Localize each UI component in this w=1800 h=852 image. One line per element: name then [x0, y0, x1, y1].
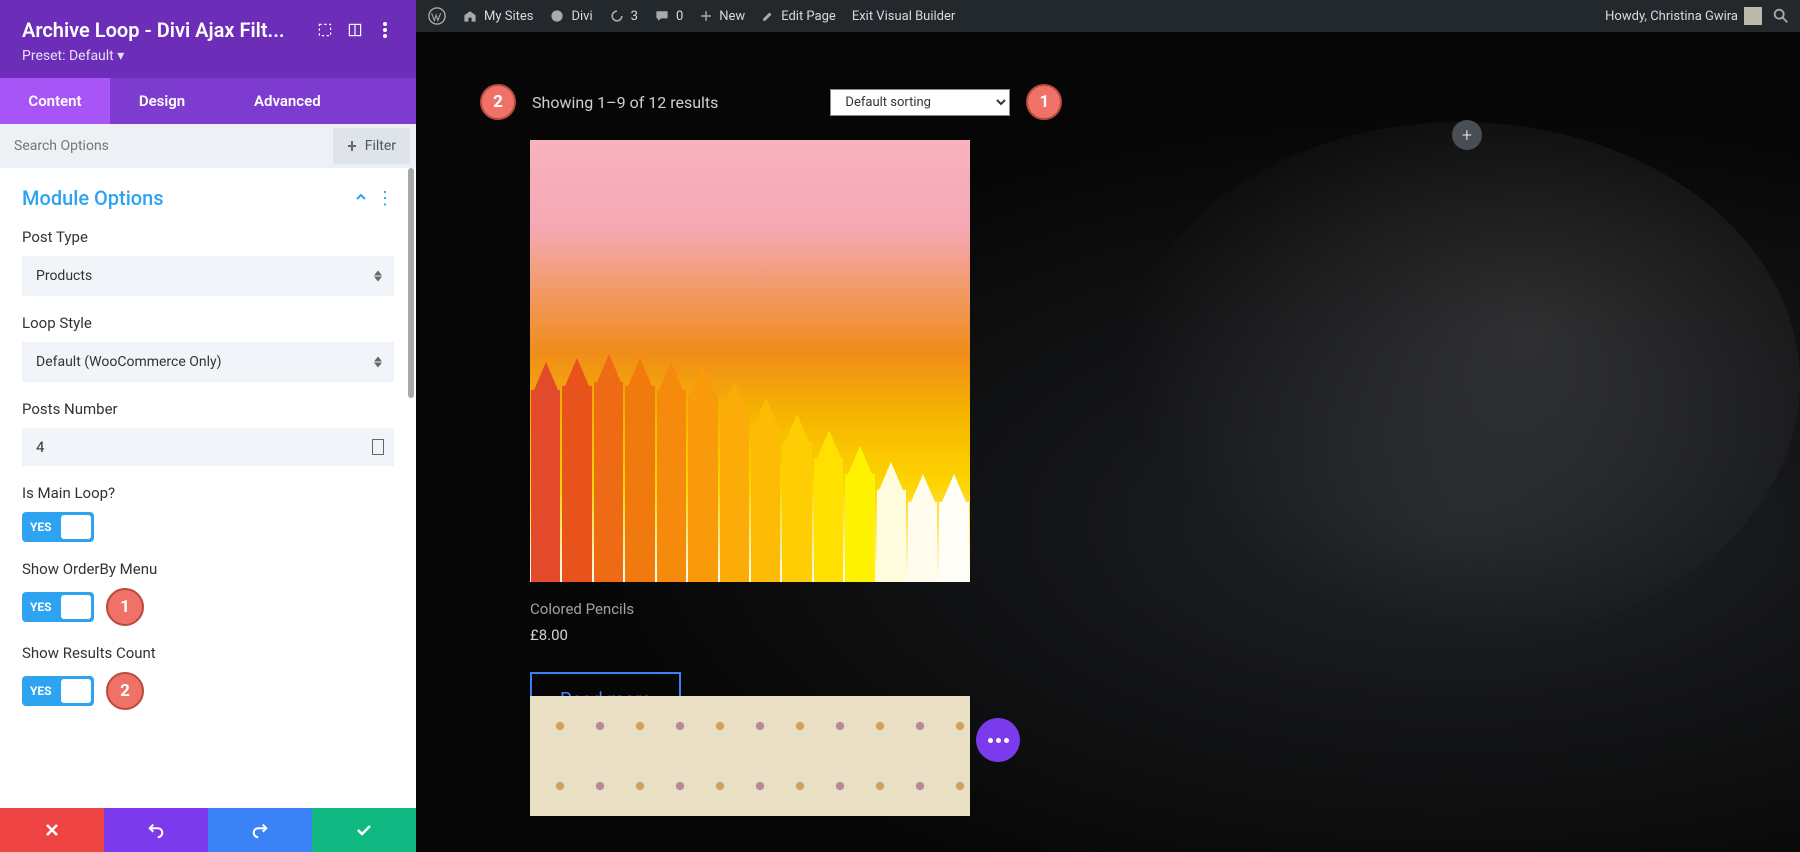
- canvas-annotation-2: 2: [480, 84, 516, 120]
- edit-page-label: Edit Page: [781, 9, 836, 24]
- my-sites-link[interactable]: My Sites: [462, 8, 533, 24]
- toggle-yes-label: YES: [30, 520, 52, 534]
- comments-count: 0: [676, 9, 683, 24]
- discard-button[interactable]: [0, 808, 104, 852]
- search-options-input[interactable]: [0, 126, 333, 166]
- new-label: New: [719, 9, 745, 24]
- loop-style-value: Default (WooCommerce Only): [36, 354, 222, 370]
- exit-visual-builder-link[interactable]: Exit Visual Builder: [852, 9, 955, 24]
- edit-page-link[interactable]: Edit Page: [761, 9, 836, 24]
- howdy-label: Howdy, Christina Gwira: [1605, 9, 1738, 24]
- action-bar: [0, 808, 416, 852]
- results-count-text: Showing 1–9 of 12 results: [532, 93, 718, 112]
- toggle-knob: [61, 515, 91, 539]
- add-module-button[interactable]: +: [1452, 120, 1482, 150]
- post-type-label: Post Type: [22, 228, 394, 246]
- tab-design[interactable]: Design: [110, 78, 214, 124]
- collapse-icon[interactable]: [354, 189, 368, 208]
- product-name: Colored Pencils: [530, 600, 970, 618]
- preset-selector[interactable]: Preset: Default ▾: [22, 48, 394, 64]
- canvas-annotation-1: 1: [1026, 84, 1062, 120]
- toggle-knob: [61, 595, 91, 619]
- kebab-icon[interactable]: [376, 21, 394, 39]
- divi-settings-sidebar: Archive Loop - Divi Ajax Filt... Preset:…: [0, 0, 416, 852]
- new-link[interactable]: New: [699, 9, 745, 24]
- search-row: Filter: [0, 124, 416, 168]
- site-link[interactable]: Divi: [549, 8, 592, 24]
- results-bar: 2 Showing 1–9 of 12 results Default sort…: [480, 84, 1062, 120]
- expand-icon[interactable]: [316, 21, 334, 39]
- module-title: Archive Loop - Divi Ajax Filt...: [22, 18, 304, 42]
- product-image-2: [530, 696, 970, 816]
- posts-number-value: 4: [36, 438, 44, 456]
- updates-count: 3: [631, 9, 638, 24]
- comments-link[interactable]: 0: [654, 8, 683, 24]
- avatar: [1744, 7, 1762, 25]
- save-button[interactable]: [312, 808, 416, 852]
- settings-tabs: Content Design Advanced: [0, 78, 416, 124]
- chevron-updown-icon: [374, 271, 382, 282]
- builder-canvas: 2 Showing 1–9 of 12 results Default sort…: [416, 32, 1800, 852]
- filter-label: Filter: [365, 138, 396, 154]
- posts-number-label: Posts Number: [22, 400, 394, 418]
- is-main-loop-label: Is Main Loop?: [22, 484, 394, 502]
- updates-link[interactable]: 3: [609, 8, 638, 24]
- wp-admin-bar[interactable]: My Sites Divi 3 0 New Edit Page Exit Vis…: [416, 0, 1800, 32]
- wp-logo-icon[interactable]: [428, 7, 446, 25]
- post-type-value: Products: [36, 268, 92, 284]
- redo-button[interactable]: [208, 808, 312, 852]
- filter-button[interactable]: Filter: [333, 128, 410, 164]
- show-results-count-label: Show Results Count: [22, 644, 394, 662]
- show-orderby-label: Show OrderBy Menu: [22, 560, 394, 578]
- loop-style-label: Loop Style: [22, 314, 394, 332]
- site-name-label: Divi: [571, 9, 592, 24]
- annotation-1: 1: [106, 588, 144, 626]
- loop-style-select[interactable]: Default (WooCommerce Only): [22, 342, 394, 382]
- is-main-loop-toggle[interactable]: YES: [22, 512, 94, 542]
- sidebar-header: Archive Loop - Divi Ajax Filt... Preset:…: [0, 0, 416, 78]
- product-price: £8.00: [530, 626, 970, 644]
- chevron-updown-icon: [374, 357, 382, 368]
- show-orderby-toggle[interactable]: YES: [22, 592, 94, 622]
- section-kebab-icon[interactable]: ⋮: [376, 188, 394, 209]
- toggle-knob: [61, 679, 91, 703]
- undo-button[interactable]: [104, 808, 208, 852]
- posts-number-input[interactable]: 4: [22, 428, 394, 466]
- my-sites-label: My Sites: [484, 9, 533, 24]
- sorting-select[interactable]: Default sorting: [830, 89, 1010, 116]
- options-scroll[interactable]: Module Options ⋮ Post Type Products Loop…: [0, 168, 416, 808]
- toggle-yes-label: YES: [30, 684, 52, 698]
- section-title: Module Options: [22, 186, 354, 210]
- toggle-yes-label: YES: [30, 600, 52, 614]
- tab-advanced[interactable]: Advanced: [214, 78, 416, 124]
- product-card[interactable]: Colored Pencils £8.00 Read more: [530, 140, 970, 727]
- product-image: [530, 140, 970, 582]
- show-results-count-toggle[interactable]: YES: [22, 676, 94, 706]
- howdy-user[interactable]: Howdy, Christina Gwira: [1605, 7, 1762, 25]
- dynamic-content-icon[interactable]: [372, 439, 384, 455]
- exit-vb-label: Exit Visual Builder: [852, 9, 955, 24]
- tab-content[interactable]: Content: [0, 78, 110, 124]
- post-type-select[interactable]: Products: [22, 256, 394, 296]
- responsive-icon[interactable]: [346, 21, 364, 39]
- annotation-2: 2: [106, 672, 144, 710]
- search-icon[interactable]: [1772, 7, 1790, 25]
- module-actions-fab[interactable]: [976, 718, 1020, 762]
